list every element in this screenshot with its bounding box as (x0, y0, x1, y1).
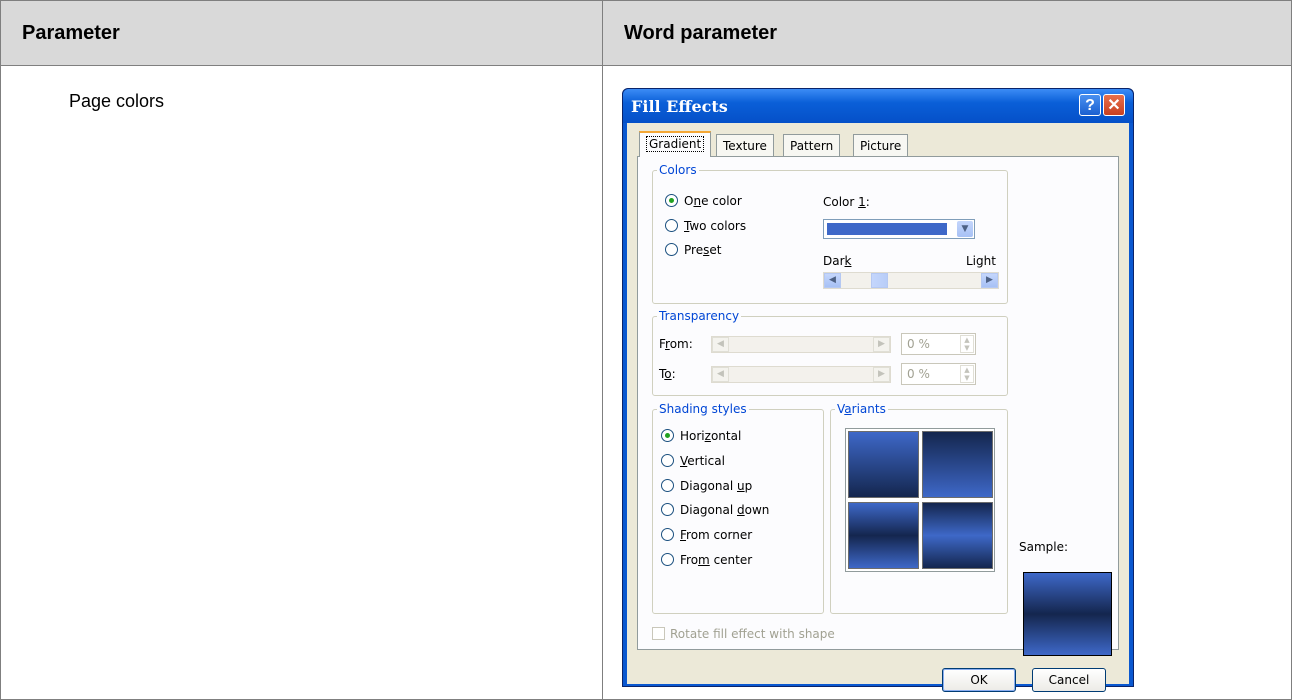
from-center-radio[interactable]: From center (661, 553, 752, 567)
radio-selected-icon (661, 429, 674, 442)
radio-icon (661, 454, 674, 467)
shading-styles-legend: Shading styles (657, 402, 749, 416)
tab-picture[interactable]: Picture (853, 134, 909, 156)
variants-legend: Variants (835, 402, 888, 416)
sample-label: Sample: (1019, 540, 1069, 554)
colors-group: Colors One color Two colors Preset Color… (652, 163, 1008, 304)
radio-icon (661, 528, 674, 541)
tab-texture[interactable]: Texture (716, 134, 774, 156)
tab-gradient[interactable]: Gradient (639, 131, 712, 157)
transparency-group: Transparency From: ◀ ▶ 0 % ▲ ▼ To: ◀ ▶ 0 %… (652, 309, 1008, 396)
variant-2[interactable] (922, 431, 993, 498)
cancel-button[interactable]: Cancel (1032, 668, 1106, 692)
radio-icon (661, 503, 674, 516)
scroll-left-arrow-icon: ◀ (712, 337, 729, 352)
help-button[interactable]: ? (1079, 94, 1101, 116)
scroll-left-arrow-icon: ◀ (712, 367, 729, 382)
scroll-left-arrow-icon[interactable]: ◀ (824, 273, 841, 288)
transparency-legend: Transparency (657, 309, 742, 323)
dialog-client-area: Gradient Texture Pattern Picture Colors … (627, 123, 1129, 692)
spinner-arrows-icon: ▲ ▼ (960, 365, 974, 383)
variants-grid (845, 428, 995, 572)
gradient-tab-panel: Colors One color Two colors Preset Color… (637, 156, 1119, 656)
parameter-cell: Page colors (0, 65, 612, 700)
color1-dropdown[interactable]: ▼ (823, 219, 975, 239)
checkbox-icon (652, 627, 665, 640)
word-parameter-column-header: Word parameter (602, 0, 1292, 66)
preset-radio[interactable]: Preset (665, 243, 721, 257)
word-parameter-header-text: Word parameter (624, 22, 778, 44)
ok-button[interactable]: OK (942, 668, 1016, 692)
one-color-radio[interactable]: One color (665, 194, 742, 208)
tab-gradient-label: Gradient (646, 136, 705, 152)
chevron-down-icon[interactable]: ▼ (957, 221, 973, 237)
from-corner-radio[interactable]: From corner (661, 528, 752, 542)
parameter-column-header: Parameter (0, 0, 612, 66)
fill-effects-dialog: Fill Effects ? ✕ Gradient Texture Patter… (622, 88, 1134, 692)
dialog-title-bar: Fill Effects ? ✕ (623, 89, 1133, 123)
to-label: To: (659, 367, 676, 381)
scroll-right-arrow-icon: ▶ (873, 337, 890, 352)
tab-pattern-label: Pattern (790, 139, 834, 153)
colors-legend: Colors (657, 163, 699, 177)
page-colors-label: Page colors (69, 91, 165, 111)
variant-1[interactable] (848, 431, 919, 498)
radio-icon (661, 479, 674, 492)
dark-light-scrollbar[interactable]: ◀ ▶ (823, 272, 999, 289)
dialog-title: Fill Effects (631, 97, 728, 116)
from-label: From: (659, 337, 693, 351)
radio-icon (665, 219, 678, 232)
to-scrollbar: ◀ ▶ (711, 366, 891, 383)
tab-texture-label: Texture (723, 139, 767, 153)
close-button[interactable]: ✕ (1103, 94, 1125, 116)
radio-selected-icon (665, 194, 678, 207)
diagonal-up-radio[interactable]: Diagonal up (661, 479, 752, 493)
spinner-arrows-icon: ▲ ▼ (960, 335, 974, 353)
from-scrollbar: ◀ ▶ (711, 336, 891, 353)
scroll-right-arrow-icon: ▶ (873, 367, 890, 382)
variant-3[interactable] (848, 502, 919, 569)
diagonal-down-radio[interactable]: Diagonal down (661, 503, 769, 517)
rotate-fill-checkbox: Rotate fill effect with shape (652, 627, 835, 641)
sample-preview (1023, 572, 1112, 656)
parameter-table: Parameter Word parameter Page colors Fil… (0, 0, 1292, 700)
light-label: Light (966, 254, 996, 268)
shading-styles-group: Shading styles Horizontal Vertical Diago… (652, 402, 824, 614)
radio-icon (661, 553, 674, 566)
to-percent-field: 0 % ▲ ▼ (901, 363, 976, 385)
vertical-radio[interactable]: Vertical (661, 454, 725, 468)
tab-picture-label: Picture (860, 139, 902, 153)
parameter-header-text: Parameter (22, 22, 120, 44)
two-colors-radio[interactable]: Two colors (665, 219, 746, 233)
scroll-right-arrow-icon[interactable]: ▶ (981, 273, 998, 288)
dark-label: Dark (823, 254, 852, 268)
color1-swatch (827, 223, 947, 235)
from-percent-field: 0 % ▲ ▼ (901, 333, 976, 355)
radio-icon (665, 243, 678, 256)
variant-4[interactable] (922, 502, 993, 569)
dark-light-thumb[interactable] (871, 273, 888, 288)
horizontal-radio[interactable]: Horizontal (661, 429, 741, 443)
variants-group: Variants (830, 402, 1008, 614)
tab-pattern[interactable]: Pattern (783, 134, 841, 156)
color1-label: Color 1: (823, 195, 870, 209)
